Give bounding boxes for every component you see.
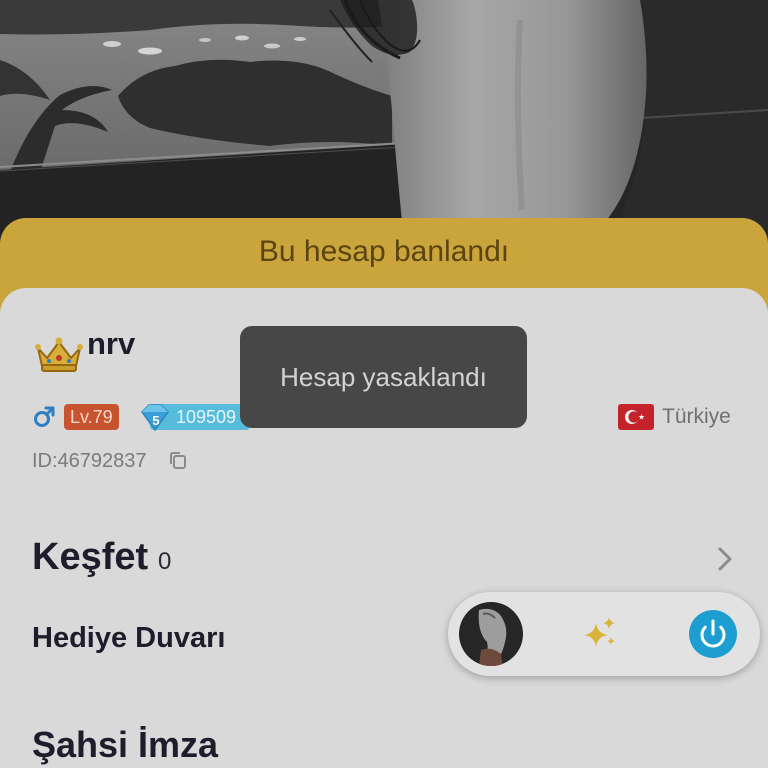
cover-photo-container: [0, 0, 768, 240]
profile-screen: Bu hesap banlandı nrv Lv.79 5 109509 Tür…: [0, 0, 768, 768]
gift-wall-title: Hediye Duvarı: [32, 622, 226, 654]
diamond-level: 5: [152, 413, 159, 428]
chevron-right-icon: [718, 547, 732, 571]
explore-title: Keşfet: [32, 536, 149, 578]
user-id: ID:46792837: [32, 450, 147, 472]
explore-count: 0: [158, 548, 172, 575]
cover-photo: [0, 0, 768, 240]
sparkles-icon[interactable]: [582, 615, 618, 651]
avatar[interactable]: [459, 602, 523, 666]
diamond-icon: 5: [141, 404, 169, 431]
toast-message: Hesap yasaklandı: [240, 326, 527, 428]
copy-icon[interactable]: [168, 451, 188, 471]
explore-row[interactable]: Keşfet 0: [0, 524, 768, 596]
turkey-flag-icon: [618, 404, 654, 430]
power-button[interactable]: [689, 610, 737, 658]
toast-text: Hesap yasaklandı: [280, 362, 487, 392]
diamond-count: 109509: [176, 407, 237, 427]
username: nrv: [87, 326, 136, 361]
country-label: Türkiye: [662, 405, 731, 428]
diamond-badge: 5 109509: [138, 403, 250, 431]
banned-banner-text: Bu hesap banlandı: [258, 235, 510, 268]
floating-control-bar: [448, 592, 760, 676]
crown-icon: [35, 337, 83, 372]
power-icon[interactable]: [689, 610, 737, 658]
male-icon: [34, 406, 55, 427]
avatar-button[interactable]: [459, 602, 523, 666]
signature-title: Şahsi İmza: [32, 724, 219, 765]
level-badge: Lv.79: [64, 404, 119, 430]
